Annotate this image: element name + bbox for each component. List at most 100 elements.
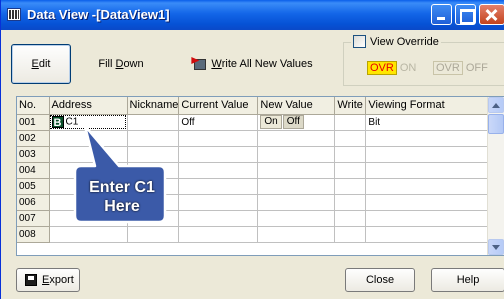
new-value-cell[interactable]: On Off	[257, 114, 336, 131]
row-number: 001	[17, 114, 50, 131]
viewing-format-cell[interactable]	[365, 162, 493, 179]
write-cell[interactable]	[334, 114, 367, 131]
ovr-on-word: ON	[399, 62, 417, 74]
viewing-format-cell[interactable]	[365, 130, 493, 147]
row-number: 002	[17, 130, 50, 147]
new-value-cell[interactable]	[257, 130, 336, 147]
ovr-off-indicator: OVR OFF	[433, 61, 488, 75]
write-plc-icon	[191, 57, 207, 71]
table-row: 001 B C1 Off On Off Bit	[17, 114, 493, 131]
new-value-off-button[interactable]: Off	[282, 115, 304, 129]
checkbox-icon[interactable]	[353, 35, 366, 48]
write-all-new-values-button[interactable]: Write All New Values	[173, 44, 331, 84]
col-header-address[interactable]: Address	[49, 97, 128, 115]
viewing-format-cell[interactable]	[365, 146, 493, 163]
view-override-checkbox[interactable]: View Override	[351, 35, 441, 48]
save-disk-icon	[25, 274, 37, 286]
new-value-cell[interactable]	[257, 194, 336, 211]
new-value-cell[interactable]	[257, 226, 336, 243]
vertical-scrollbar[interactable]	[487, 97, 504, 255]
nickname-cell[interactable]	[127, 226, 180, 243]
fill-mnemonic: D	[115, 58, 124, 70]
help-button[interactable]: Help	[431, 268, 504, 292]
maximize-button[interactable]	[455, 4, 476, 25]
write-label: rite All New Values	[221, 58, 313, 70]
callout-line-2: Here	[104, 198, 140, 215]
current-value-cell	[178, 226, 259, 243]
viewing-format-cell[interactable]	[365, 178, 493, 195]
address-cell[interactable]: B C1	[49, 114, 128, 131]
write-cell[interactable]	[334, 226, 367, 243]
write-cell[interactable]	[334, 130, 367, 147]
current-value-cell	[178, 178, 259, 195]
scroll-up-icon[interactable]	[488, 97, 504, 113]
view-override-label: View Override	[370, 35, 439, 48]
title-bar[interactable]: Data View -[DataView1]	[1, 0, 504, 30]
col-header-viewing-format[interactable]: Viewing Format	[365, 97, 493, 115]
scroll-thumb[interactable]	[488, 114, 504, 134]
table-row: 002	[17, 130, 493, 147]
window-title: Data View -[DataView1]	[27, 7, 170, 22]
scroll-down-icon[interactable]	[488, 239, 504, 255]
table-row: 003	[17, 146, 493, 163]
col-header-current-value[interactable]: Current Value	[178, 97, 259, 115]
viewing-format-cell[interactable]	[365, 226, 493, 243]
col-header-nickname[interactable]: Nickname	[127, 97, 180, 115]
address-cell[interactable]	[49, 146, 128, 163]
new-value-cell[interactable]	[257, 178, 336, 195]
close-window-button[interactable]	[479, 4, 504, 25]
fill-label-prefix: Fill	[98, 58, 113, 70]
col-header-no[interactable]: No.	[17, 97, 50, 115]
edit-label: dit	[38, 58, 51, 70]
edit-button[interactable]: Edit	[11, 44, 71, 84]
fill-down-button[interactable]: Fill Down	[71, 44, 171, 84]
row-number: 003	[17, 146, 50, 163]
app-icon	[7, 8, 21, 21]
viewing-format-cell[interactable]: Bit	[365, 114, 493, 131]
row-number: 006	[17, 194, 50, 211]
new-value-on-button[interactable]: On	[260, 115, 282, 129]
current-value-cell	[178, 210, 259, 227]
row-number: 008	[17, 226, 50, 243]
export-label: xport	[49, 274, 74, 286]
callout-text: Enter C1 Here	[81, 178, 163, 216]
address-value: C1	[65, 116, 79, 128]
new-value-cell[interactable]	[257, 162, 336, 179]
row-number: 004	[17, 162, 50, 179]
export-mnemonic: E	[42, 274, 50, 286]
data-view-grid[interactable]: No. Address Nickname Current Value New V…	[16, 96, 504, 256]
col-header-write[interactable]: Write	[334, 97, 367, 115]
grid-header-row: No. Address Nickname Current Value New V…	[17, 97, 493, 115]
write-cell[interactable]	[334, 162, 367, 179]
ovr-off-tag: OVR	[433, 61, 463, 75]
table-row: 008	[17, 226, 493, 243]
col-header-new-value[interactable]: New Value	[257, 97, 336, 115]
new-value-cell[interactable]	[257, 210, 336, 227]
viewing-format-cell[interactable]	[365, 194, 493, 211]
fill-label-rest: own	[123, 58, 144, 70]
minimize-button[interactable]	[431, 4, 452, 25]
nickname-cell[interactable]	[127, 162, 180, 179]
callout-line-1: Enter C1	[89, 179, 155, 196]
viewing-format-cell[interactable]	[365, 210, 493, 227]
nickname-cell[interactable]	[127, 146, 180, 163]
edit-mnemonic: E	[31, 58, 39, 70]
write-cell[interactable]	[334, 210, 367, 227]
export-button[interactable]: Export	[16, 268, 80, 292]
data-view-window: Data View -[DataView1] Edit Fill Down Wr…	[0, 0, 504, 299]
ovr-on-indicator: OVR ON	[367, 61, 416, 75]
current-value-cell	[178, 130, 259, 147]
close-button[interactable]: Close	[345, 268, 415, 292]
new-value-cell[interactable]	[257, 146, 336, 163]
write-cell[interactable]	[334, 194, 367, 211]
address-cell[interactable]	[49, 162, 128, 179]
nickname-cell[interactable]	[127, 114, 180, 131]
row-number: 007	[17, 210, 50, 227]
write-cell[interactable]	[334, 146, 367, 163]
ovr-off-word: OFF	[465, 62, 488, 74]
address-cell[interactable]	[49, 226, 128, 243]
current-value-cell	[178, 194, 259, 211]
address-cell[interactable]	[49, 130, 128, 147]
nickname-cell[interactable]	[127, 130, 180, 147]
write-cell[interactable]	[334, 178, 367, 195]
